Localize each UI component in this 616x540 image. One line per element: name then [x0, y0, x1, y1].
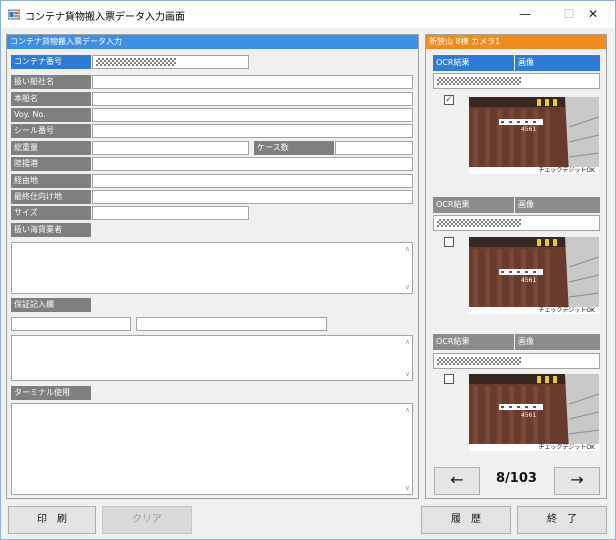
size-input[interactable] — [92, 206, 249, 220]
container-code-text: 4561 — [521, 126, 537, 133]
app-window: コンテナ貨物搬入票データ入力画面 — ☐ ✕ コンテナ貨物搬入票データ入力 コン… — [0, 0, 616, 540]
container-no-input[interactable] — [92, 55, 249, 69]
final-destination-input[interactable] — [92, 190, 413, 204]
port-of-loading-input[interactable] — [92, 157, 413, 171]
shipping-company-input[interactable] — [92, 75, 413, 89]
check-digit-caption: チェックデジットOK — [538, 167, 595, 174]
camera-image[interactable]: 4561 チェックデジットOK — [469, 237, 599, 314]
print-button[interactable]: 印 刷 — [8, 506, 96, 534]
handler-label: 扱い海貨業者 — [11, 223, 91, 237]
container-code-text: 4561 — [521, 277, 537, 284]
page-indicator: 8/103 — [496, 471, 537, 486]
container-code-text: 4561 — [521, 412, 537, 419]
ocr-result-input[interactable] — [433, 73, 600, 89]
image-label: 画像 — [515, 197, 600, 213]
terminal-use-textarea[interactable]: ∧ ∨ — [11, 403, 413, 495]
final-destination-label: 最終仕向け地 — [11, 190, 91, 204]
camera-image[interactable]: 4561 チェックデジットOK — [469, 374, 599, 451]
image-label: 画像 — [515, 334, 600, 350]
scroll-down-icon[interactable]: ∨ — [405, 283, 410, 291]
size-label: サイズ — [11, 206, 91, 220]
ocr-result-label: OCR結果 — [433, 334, 514, 350]
handler-textarea[interactable]: ∧ ∨ — [11, 242, 413, 294]
guarantee-input-2[interactable] — [136, 317, 327, 331]
case-count-label: ケース数 — [254, 141, 334, 155]
scroll-up-icon[interactable]: ∧ — [405, 245, 410, 253]
minimize-button[interactable]: — — [503, 1, 547, 28]
camera-image[interactable]: 4561 チェックデジットOK — [469, 97, 599, 174]
scroll-up-icon[interactable]: ∧ — [405, 338, 410, 346]
shipping-company-label: 扱い船社名 — [11, 75, 91, 89]
check-digit-caption: チェックデジットOK — [538, 444, 595, 451]
ocr-result-label: OCR結果 — [433, 197, 514, 213]
prev-button[interactable]: ← — [434, 467, 480, 495]
case-count-input[interactable] — [335, 141, 413, 155]
window-title: コンテナ貨物搬入票データ入力画面 — [25, 12, 185, 23]
guarantee-textarea[interactable]: ∧ ∨ — [11, 335, 413, 381]
select-checkbox[interactable] — [444, 237, 454, 247]
clear-button[interactable]: クリア — [102, 506, 192, 534]
next-button[interactable]: → — [554, 467, 600, 495]
scroll-down-icon[interactable]: ∨ — [405, 370, 410, 378]
masked-text — [437, 357, 521, 365]
port-of-loading-label: 陸揚港 — [11, 157, 91, 171]
exit-button[interactable]: 終 了 — [517, 506, 607, 534]
image-label: 画像 — [515, 55, 600, 71]
app-icon — [8, 9, 20, 20]
title-bar: コンテナ貨物搬入票データ入力画面 — ☐ ✕ — [1, 1, 615, 28]
camera-panel: 新狭山 8棟 カメラ1 OCR結果 画像 ✓ 4561 チェックデジットOK O… — [425, 34, 607, 499]
form-panel-header: コンテナ貨物搬入票データ入力 — [7, 35, 418, 49]
seal-no-input[interactable] — [92, 124, 413, 138]
check-digit-caption: チェックデジットOK — [538, 307, 595, 314]
select-checkbox[interactable]: ✓ — [444, 95, 454, 105]
vessel-name-label: 本船名 — [11, 92, 91, 106]
form-panel: コンテナ貨物搬入票データ入力 コンテナ番号 扱い船社名 本船名 Voy. No.… — [6, 34, 419, 499]
masked-text — [96, 58, 176, 66]
vessel-name-input[interactable] — [92, 92, 413, 106]
ocr-result-label: OCR結果 — [433, 55, 514, 71]
scroll-down-icon[interactable]: ∨ — [405, 484, 410, 492]
container-no-label: コンテナ番号 — [11, 55, 91, 69]
voy-no-label: Voy. No. — [11, 108, 91, 122]
voy-no-input[interactable] — [92, 108, 413, 122]
seal-no-label: シール番号 — [11, 124, 91, 138]
history-button[interactable]: 履 歴 — [421, 506, 511, 534]
via-label: 経由地 — [11, 174, 91, 188]
gross-weight-input[interactable] — [92, 141, 249, 155]
terminal-use-label: ターミナル使用 — [11, 386, 91, 400]
guarantee-note-label: 保証記入欄 — [11, 298, 91, 312]
masked-text — [437, 77, 521, 85]
via-input[interactable] — [92, 174, 413, 188]
guarantee-input-1[interactable] — [11, 317, 131, 331]
ocr-result-input[interactable] — [433, 215, 600, 231]
masked-text — [437, 219, 521, 227]
select-checkbox[interactable] — [444, 374, 454, 384]
gross-weight-label: 総重量 — [11, 141, 91, 155]
camera-panel-header: 新狭山 8棟 カメラ1 — [426, 35, 606, 49]
ocr-result-input[interactable] — [433, 353, 600, 369]
close-button[interactable]: ✕ — [571, 1, 615, 28]
scroll-up-icon[interactable]: ∧ — [405, 406, 410, 414]
